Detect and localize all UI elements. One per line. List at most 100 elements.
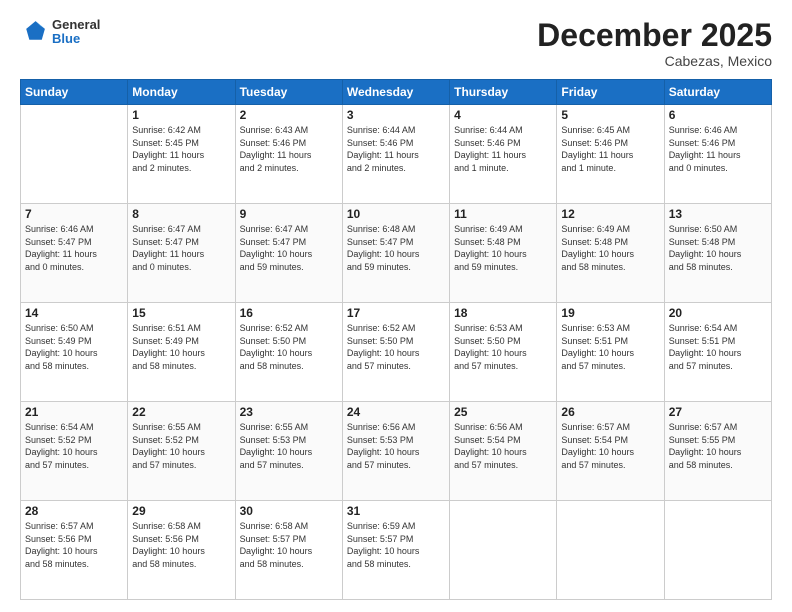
cell-info: Sunrise: 6:57 AMSunset: 5:56 PMDaylight:… [25, 520, 123, 570]
day-number: 10 [347, 207, 445, 221]
calendar-cell: 29Sunrise: 6:58 AMSunset: 5:56 PMDayligh… [128, 501, 235, 600]
day-number: 2 [240, 108, 338, 122]
cell-info: Sunrise: 6:46 AMSunset: 5:47 PMDaylight:… [25, 223, 123, 273]
day-number: 18 [454, 306, 552, 320]
col-header-thursday: Thursday [450, 80, 557, 105]
cell-info: Sunrise: 6:51 AMSunset: 5:49 PMDaylight:… [132, 322, 230, 372]
cell-info: Sunrise: 6:54 AMSunset: 5:52 PMDaylight:… [25, 421, 123, 471]
day-number: 28 [25, 504, 123, 518]
day-number: 26 [561, 405, 659, 419]
day-number: 31 [347, 504, 445, 518]
calendar-cell: 5 Sunrise: 6:45 AMSunset: 5:46 PMDaylight… [557, 105, 664, 204]
calendar-cell: 4 Sunrise: 6:44 AMSunset: 5:46 PMDaylight… [450, 105, 557, 204]
logo-blue: Blue [52, 32, 100, 46]
day-number: 21 [25, 405, 123, 419]
cell-info: Sunrise: 6:59 AMSunset: 5:57 PMDaylight:… [347, 520, 445, 570]
calendar-cell: 31 Sunrise: 6:59 AMSunset: 5:57 PMDayligh… [342, 501, 449, 600]
calendar-cell [450, 501, 557, 600]
logo-general: General [52, 18, 100, 32]
col-header-tuesday: Tuesday [235, 80, 342, 105]
cell-info: Sunrise: 6:57 AMSunset: 5:55 PMDaylight:… [669, 421, 767, 471]
cell-info: Sunrise: 6:49 AMSunset: 5:48 PMDaylight:… [454, 223, 552, 273]
cell-info: Sunrise: 6:57 AMSunset: 5:54 PMDaylight:… [561, 421, 659, 471]
calendar-cell: 12 Sunrise: 6:49 AMSunset: 5:48 PMDayligh… [557, 204, 664, 303]
day-number: 25 [454, 405, 552, 419]
calendar-cell: 1Sunrise: 6:42 AMSunset: 5:45 PMDaylight… [128, 105, 235, 204]
logo: General Blue [20, 18, 100, 47]
cell-info: Sunrise: 6:49 AMSunset: 5:48 PMDaylight:… [561, 223, 659, 273]
day-number: 16 [240, 306, 338, 320]
cell-info: Sunrise: 6:54 AMSunset: 5:51 PMDaylight:… [669, 322, 767, 372]
cell-info: Sunrise: 6:53 AMSunset: 5:50 PMDaylight:… [454, 322, 552, 372]
day-number: 14 [25, 306, 123, 320]
col-header-sunday: Sunday [21, 80, 128, 105]
col-header-wednesday: Wednesday [342, 80, 449, 105]
day-number: 12 [561, 207, 659, 221]
cell-info: Sunrise: 6:53 AMSunset: 5:51 PMDaylight:… [561, 322, 659, 372]
subtitle: Cabezas, Mexico [537, 53, 772, 69]
day-number: 7 [25, 207, 123, 221]
calendar-cell: 21 Sunrise: 6:54 AMSunset: 5:52 PMDayligh… [21, 402, 128, 501]
logo-icon [20, 18, 48, 46]
cell-info: Sunrise: 6:47 AMSunset: 5:47 PMDaylight:… [240, 223, 338, 273]
title-block: December 2025 Cabezas, Mexico [537, 18, 772, 69]
calendar-cell [664, 501, 771, 600]
cell-info: Sunrise: 6:44 AMSunset: 5:46 PMDaylight:… [454, 124, 552, 174]
day-number: 6 [669, 108, 767, 122]
calendar-cell: 22 Sunrise: 6:55 AMSunset: 5:52 PMDayligh… [128, 402, 235, 501]
cell-info: Sunrise: 6:56 AMSunset: 5:54 PMDaylight:… [454, 421, 552, 471]
day-number: 17 [347, 306, 445, 320]
day-number: 5 [561, 108, 659, 122]
logo-text: General Blue [52, 18, 100, 47]
calendar-cell: 27 Sunrise: 6:57 AMSunset: 5:55 PMDayligh… [664, 402, 771, 501]
calendar-cell: 10 Sunrise: 6:48 AMSunset: 5:47 PMDayligh… [342, 204, 449, 303]
cell-info: Sunrise: 6:42 AMSunset: 5:45 PMDaylight:… [132, 124, 230, 174]
day-number: 30 [240, 504, 338, 518]
calendar-cell: 8Sunrise: 6:47 AMSunset: 5:47 PMDaylight… [128, 204, 235, 303]
week-row-3: 14 Sunrise: 6:50 AMSunset: 5:49 PMDayligh… [21, 303, 772, 402]
cell-info: Sunrise: 6:56 AMSunset: 5:53 PMDaylight:… [347, 421, 445, 471]
calendar-cell: 30Sunrise: 6:58 AMSunset: 5:57 PMDayligh… [235, 501, 342, 600]
header: General Blue December 2025 Cabezas, Mexi… [20, 18, 772, 69]
calendar-cell: 2Sunrise: 6:43 AMSunset: 5:46 PMDaylight… [235, 105, 342, 204]
cell-info: Sunrise: 6:52 AMSunset: 5:50 PMDaylight:… [240, 322, 338, 372]
day-number: 23 [240, 405, 338, 419]
cell-info: Sunrise: 6:55 AMSunset: 5:52 PMDaylight:… [132, 421, 230, 471]
month-title: December 2025 [537, 18, 772, 53]
cell-info: Sunrise: 6:55 AMSunset: 5:53 PMDaylight:… [240, 421, 338, 471]
calendar-cell: 18 Sunrise: 6:53 AMSunset: 5:50 PMDayligh… [450, 303, 557, 402]
calendar-cell: 20 Sunrise: 6:54 AMSunset: 5:51 PMDayligh… [664, 303, 771, 402]
calendar-cell: 25 Sunrise: 6:56 AMSunset: 5:54 PMDayligh… [450, 402, 557, 501]
calendar-cell: 19 Sunrise: 6:53 AMSunset: 5:51 PMDayligh… [557, 303, 664, 402]
cell-info: Sunrise: 6:48 AMSunset: 5:47 PMDaylight:… [347, 223, 445, 273]
calendar-table: SundayMondayTuesdayWednesdayThursdayFrid… [20, 79, 772, 600]
day-number: 27 [669, 405, 767, 419]
week-row-5: 28 Sunrise: 6:57 AMSunset: 5:56 PMDayligh… [21, 501, 772, 600]
col-header-friday: Friday [557, 80, 664, 105]
cell-info: Sunrise: 6:50 AMSunset: 5:49 PMDaylight:… [25, 322, 123, 372]
col-header-monday: Monday [128, 80, 235, 105]
calendar-cell: 16 Sunrise: 6:52 AMSunset: 5:50 PMDayligh… [235, 303, 342, 402]
week-row-1: 1Sunrise: 6:42 AMSunset: 5:45 PMDaylight… [21, 105, 772, 204]
day-number: 15 [132, 306, 230, 320]
cell-info: Sunrise: 6:44 AMSunset: 5:46 PMDaylight:… [347, 124, 445, 174]
calendar-cell: 13Sunrise: 6:50 AMSunset: 5:48 PMDayligh… [664, 204, 771, 303]
calendar-cell: 26 Sunrise: 6:57 AMSunset: 5:54 PMDayligh… [557, 402, 664, 501]
col-header-saturday: Saturday [664, 80, 771, 105]
cell-info: Sunrise: 6:45 AMSunset: 5:46 PMDaylight:… [561, 124, 659, 174]
calendar-cell [557, 501, 664, 600]
day-number: 20 [669, 306, 767, 320]
day-number: 22 [132, 405, 230, 419]
calendar-cell [21, 105, 128, 204]
day-number: 9 [240, 207, 338, 221]
day-number: 24 [347, 405, 445, 419]
cell-info: Sunrise: 6:50 AMSunset: 5:48 PMDaylight:… [669, 223, 767, 273]
calendar-cell: 24 Sunrise: 6:56 AMSunset: 5:53 PMDayligh… [342, 402, 449, 501]
page: General Blue December 2025 Cabezas, Mexi… [0, 0, 792, 612]
calendar-cell: 11Sunrise: 6:49 AMSunset: 5:48 PMDayligh… [450, 204, 557, 303]
calendar-cell: 7 Sunrise: 6:46 AMSunset: 5:47 PMDaylight… [21, 204, 128, 303]
calendar-cell: 3Sunrise: 6:44 AMSunset: 5:46 PMDaylight… [342, 105, 449, 204]
cell-info: Sunrise: 6:47 AMSunset: 5:47 PMDaylight:… [132, 223, 230, 273]
day-number: 19 [561, 306, 659, 320]
day-number: 4 [454, 108, 552, 122]
